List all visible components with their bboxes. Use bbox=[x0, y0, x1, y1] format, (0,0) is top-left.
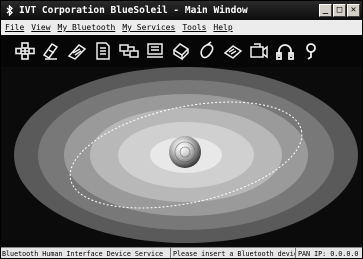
menu-file[interactable]: File bbox=[1, 20, 27, 35]
headset-icon[interactable] bbox=[223, 41, 243, 61]
close-button[interactable]: ✕ bbox=[347, 4, 360, 17]
service-toolbar bbox=[1, 35, 362, 67]
fax-icon[interactable] bbox=[145, 41, 165, 61]
minimize-button[interactable]: _ bbox=[319, 4, 332, 17]
phone-icon[interactable] bbox=[301, 41, 321, 61]
menu-view[interactable]: View bbox=[27, 20, 53, 35]
menu-my-bluetooth[interactable]: My Bluetooth bbox=[54, 20, 119, 35]
status-pan-ip: PAN IP: 0.0.0.0 bbox=[298, 250, 359, 258]
status-service: Bluetooth Human Interface Device Service bbox=[1, 248, 171, 258]
window-title: IVT Corporation BlueSoleil - Main Window bbox=[19, 5, 248, 16]
audio-gateway-icon[interactable] bbox=[275, 41, 295, 61]
document-icon[interactable] bbox=[93, 41, 113, 61]
mouse-icon[interactable] bbox=[197, 41, 217, 61]
camera-icon[interactable] bbox=[249, 41, 269, 61]
title-bar[interactable]: IVT Corporation BlueSoleil - Main Window… bbox=[1, 1, 362, 20]
sync-icon[interactable] bbox=[67, 41, 87, 61]
menu-my-services[interactable]: My Services bbox=[118, 20, 178, 35]
bluetooth-icon bbox=[6, 5, 13, 16]
printer-icon[interactable] bbox=[171, 41, 191, 61]
file-transfer-icon[interactable] bbox=[41, 41, 61, 61]
status-bar: Bluetooth Human Interface Device Service… bbox=[1, 247, 362, 258]
serial-port-icon[interactable] bbox=[119, 41, 139, 61]
maximize-button[interactable]: □ bbox=[333, 4, 346, 17]
device-discovery-area[interactable] bbox=[1, 67, 362, 247]
status-message: Please insert a Bluetooth device bbox=[173, 248, 296, 258]
menu-help[interactable]: Help bbox=[209, 20, 235, 35]
main-window: IVT Corporation BlueSoleil - Main Window… bbox=[0, 0, 363, 259]
signal-range-rings bbox=[14, 67, 358, 243]
network-access-icon[interactable] bbox=[15, 41, 35, 61]
menu-bar: File View My Bluetooth My Services Tools Help bbox=[1, 20, 362, 35]
menu-tools[interactable]: Tools bbox=[178, 20, 209, 35]
local-device-sphere[interactable] bbox=[169, 136, 201, 168]
